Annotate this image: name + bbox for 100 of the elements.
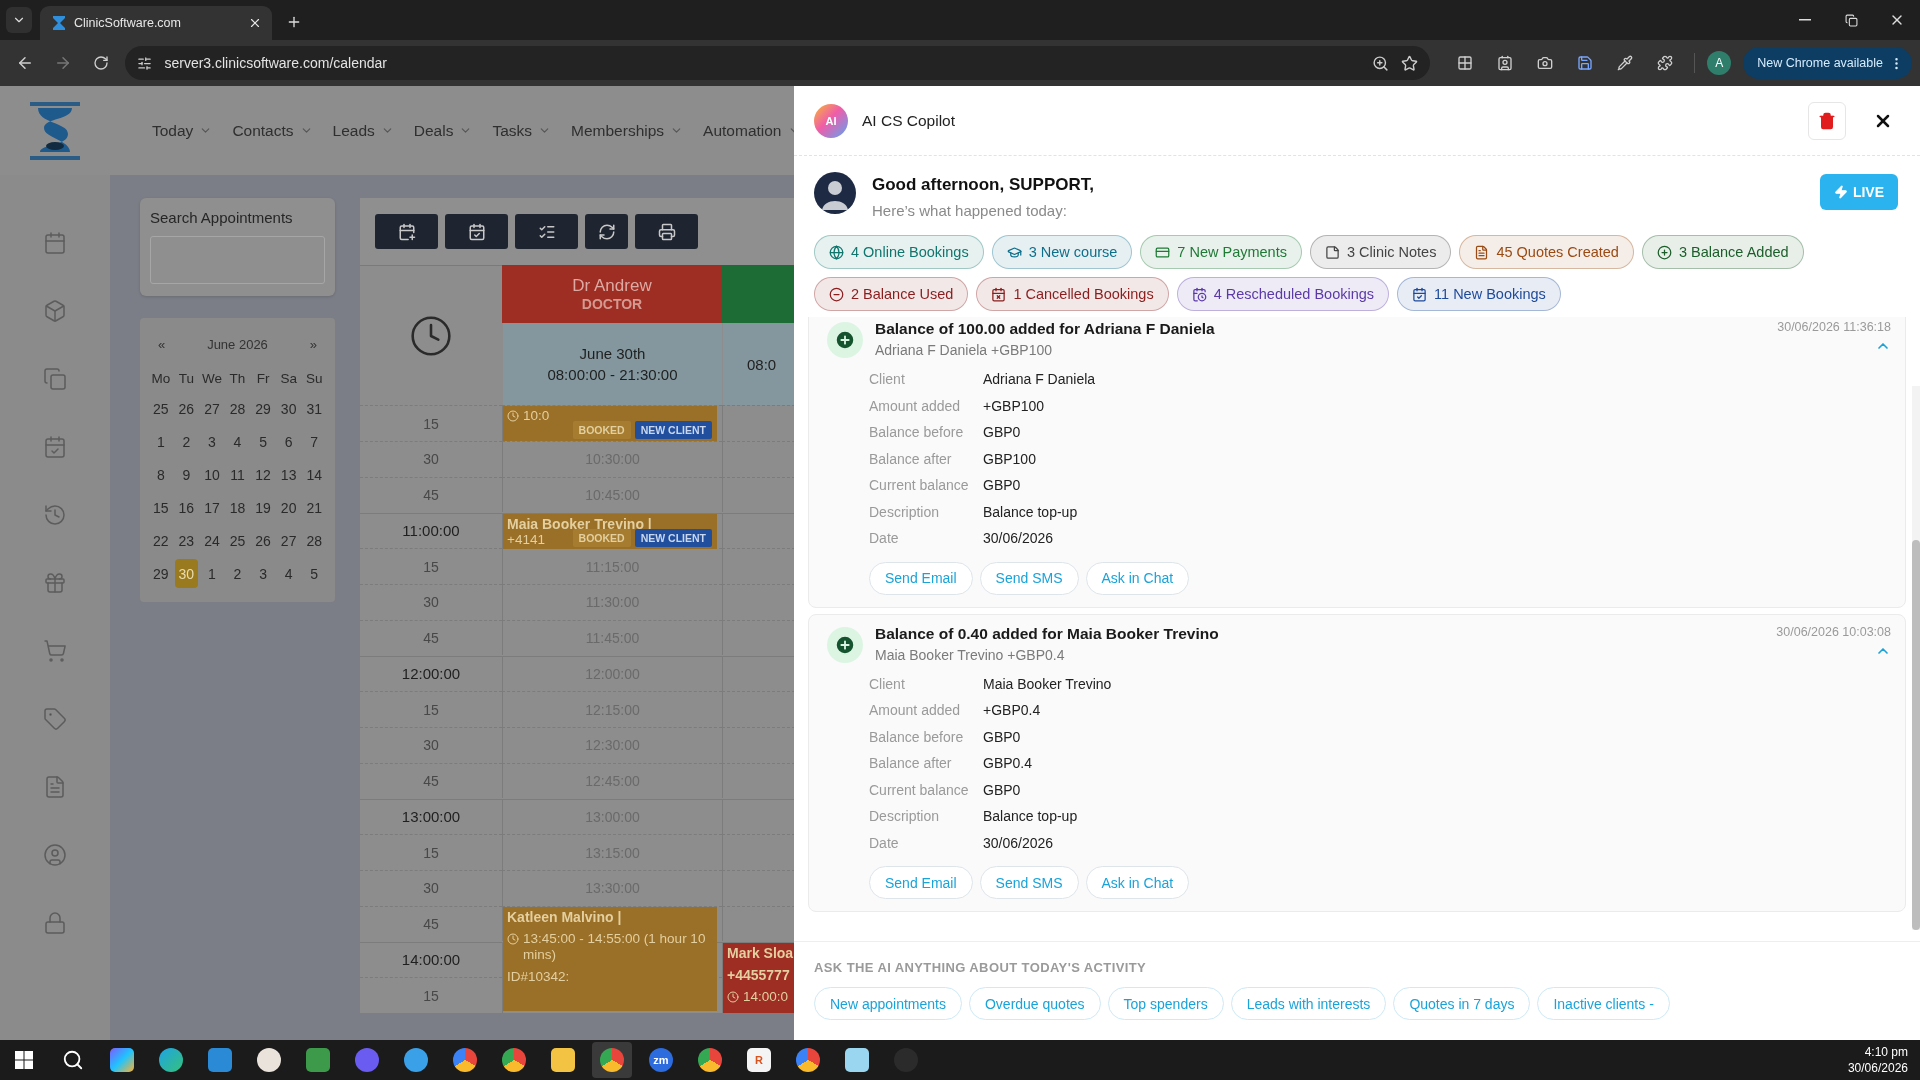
calendar-day[interactable]: 3	[200, 427, 224, 456]
calendar-day[interactable]: 5	[251, 427, 275, 456]
calendar-day[interactable]: 9	[174, 460, 199, 489]
update-button[interactable]: New Chrome available	[1743, 47, 1912, 79]
calendar-day[interactable]: 22	[149, 526, 173, 555]
profile-avatar[interactable]: A	[1707, 51, 1732, 75]
calendar-check-icon[interactable]	[43, 435, 67, 459]
pipette-icon[interactable]	[1617, 55, 1634, 71]
calendar-day[interactable]: 16	[174, 493, 199, 522]
summary-chip[interactable]: 1 Cancelled Bookings	[976, 277, 1169, 311]
calendar-day[interactable]: 7	[302, 427, 326, 456]
summary-chip[interactable]: 4 Online Bookings	[814, 235, 984, 269]
nav-menu-item[interactable]: Tasks	[492, 121, 552, 140]
taskbar-button[interactable]: R	[739, 1042, 779, 1078]
appointment-card[interactable]: Mark Sloa +4455777 14:00:0	[723, 942, 794, 1013]
calendar-day[interactable]: 8	[149, 460, 173, 489]
puzzle-icon[interactable]	[1657, 55, 1674, 71]
grid-icon[interactable]	[1457, 55, 1474, 71]
calendar-day[interactable]: 1	[149, 427, 173, 456]
calendar-day[interactable]: 2	[174, 427, 199, 456]
calendar-day[interactable]: 30	[174, 559, 199, 588]
calendar-day[interactable]: 30	[276, 394, 301, 423]
next-month-button[interactable]: »	[309, 336, 317, 352]
nav-menu-item[interactable]: Today	[152, 121, 213, 140]
suggestion-chip[interactable]: Leads with interests	[1230, 987, 1387, 1020]
calendar-day[interactable]: 27	[200, 394, 224, 423]
calendar-day[interactable]: 10	[200, 460, 224, 489]
previous-month-button[interactable]: «	[158, 336, 166, 352]
calendar-day[interactable]: 6	[276, 427, 301, 456]
calendar-day[interactable]: 26	[174, 394, 199, 423]
calendar-day[interactable]: 20	[276, 493, 301, 522]
add-appointment-button[interactable]	[375, 214, 438, 249]
action-button[interactable]: Send SMS	[979, 866, 1079, 899]
calendar-day[interactable]: 19	[251, 493, 275, 522]
calendar-day[interactable]: 29	[251, 394, 275, 423]
nav-menu-item[interactable]: Automation	[703, 121, 794, 140]
action-button[interactable]: Ask in Chat	[1085, 866, 1190, 899]
summary-chip[interactable]: 2 Balance Used	[814, 277, 969, 311]
calendar-day[interactable]: 14	[302, 460, 326, 489]
calendar-day[interactable]: 25	[149, 394, 173, 423]
browser-tab[interactable]: ClinicSoftware.com	[40, 6, 272, 40]
appointment-card[interactable]: 10:0 BOOKED NEW CLIENT	[503, 406, 717, 442]
action-button[interactable]: Ask in Chat	[1085, 561, 1190, 595]
taskbar-button[interactable]: zm	[641, 1042, 681, 1078]
site-settings-icon[interactable]	[137, 55, 153, 71]
calendar-day[interactable]: 24	[200, 526, 224, 555]
suggestion-chip[interactable]: Quotes in 7 days	[1393, 987, 1531, 1020]
suggestion-chip[interactable]: New appointments	[814, 987, 962, 1020]
action-button[interactable]: Send SMS	[979, 561, 1079, 595]
nav-menu-item[interactable]: Deals	[413, 121, 473, 140]
calendar-day[interactable]: 11	[225, 460, 250, 489]
address-bar[interactable]: server3.clinicsoftware.com/calendar	[125, 46, 1431, 80]
close-icon[interactable]	[248, 16, 262, 30]
suggestion-chip[interactable]: Overdue quotes	[968, 987, 1101, 1020]
calendar-day[interactable]: 4	[225, 427, 250, 456]
calendar-day[interactable]: 21	[302, 493, 326, 522]
calendar-day[interactable]: 3	[251, 559, 275, 588]
calendar-day[interactable]: 31	[302, 394, 326, 423]
calendar-day[interactable]: 18	[225, 493, 250, 522]
calendar-day[interactable]: 28	[302, 526, 326, 555]
taskbar-button[interactable]	[592, 1042, 632, 1078]
suggestion-chip[interactable]: Top spenders	[1107, 987, 1224, 1020]
action-button[interactable]: Send Email	[869, 561, 973, 595]
action-button[interactable]: Send Email	[869, 866, 973, 899]
camera-icon[interactable]	[1537, 55, 1554, 71]
calendar-check-button[interactable]	[445, 214, 508, 249]
calendar-day[interactable]: 28	[225, 394, 250, 423]
calendar-day[interactable]: 4	[276, 559, 301, 588]
scrollbar[interactable]	[1912, 386, 1920, 930]
nav-menu-item[interactable]: Contacts	[232, 121, 313, 140]
calendar-day[interactable]: 29	[149, 559, 173, 588]
summary-chip[interactable]: 45 Quotes Created	[1459, 235, 1634, 269]
tab-search-button[interactable]	[6, 7, 32, 33]
checklist-button[interactable]	[515, 214, 578, 249]
calendar-day[interactable]: 13	[276, 460, 301, 489]
summary-chip[interactable]: 3 Balance Added	[1641, 235, 1804, 269]
calendar-day[interactable]: 12	[251, 460, 275, 489]
nav-menu-item[interactable]: Leads	[332, 121, 394, 140]
star-icon[interactable]	[1401, 54, 1419, 72]
calendar-day[interactable]: 2	[225, 559, 250, 588]
calendar-day[interactable]: 17	[200, 493, 224, 522]
zoom-icon[interactable]	[1372, 54, 1390, 72]
contact-card-icon[interactable]	[1497, 55, 1514, 71]
summary-chip[interactable]: 7 New Payments	[1140, 235, 1302, 269]
live-button[interactable]: LIVE	[1819, 174, 1898, 210]
summary-chip[interactable]: 3 Clinic Notes	[1309, 235, 1452, 269]
calendar-day[interactable]: 25	[225, 526, 250, 555]
summary-chip[interactable]: 4 Rescheduled Bookings	[1176, 277, 1390, 311]
summary-chip[interactable]: 11 New Bookings	[1397, 277, 1561, 311]
suggestion-chip[interactable]: Inactive clients -	[1537, 987, 1670, 1020]
print-button[interactable]	[635, 214, 698, 249]
calendar-day[interactable]: 23	[174, 526, 199, 555]
appointment-card[interactable]: Katleen Malvino | 13:45:00 - 14:55:00 (1 hour 10 mins) ID#10342:	[503, 906, 717, 1011]
refresh-button[interactable]	[585, 214, 628, 249]
calendar-day[interactable]: 5	[302, 559, 326, 588]
nav-menu-item[interactable]: Memberships	[571, 121, 684, 140]
calendar-day[interactable]: 27	[276, 526, 301, 555]
save-icon[interactable]	[1577, 55, 1594, 71]
summary-chip[interactable]: 3 New course	[991, 235, 1133, 269]
calendar-day[interactable]: 26	[251, 526, 275, 555]
